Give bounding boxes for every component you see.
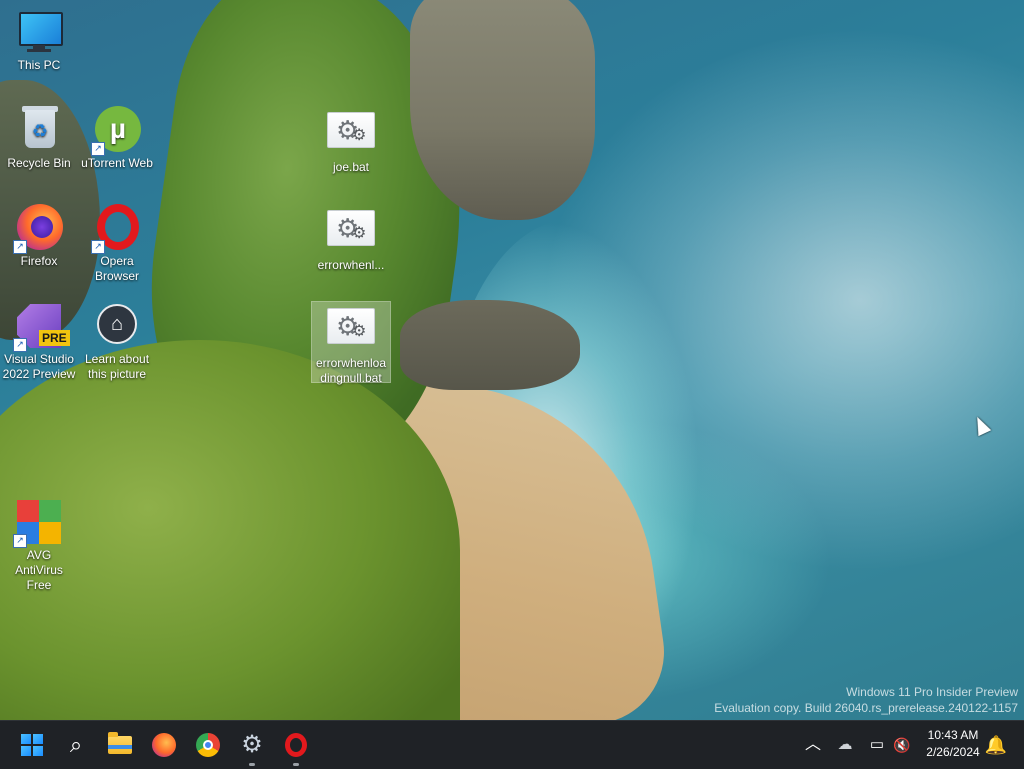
watermark-edition: Windows 11 Pro Insider Preview: [846, 685, 1018, 699]
preview-badge: PRE: [39, 330, 70, 346]
learn-about-picture-icon: ⌂: [93, 302, 141, 350]
chevron-up-icon[interactable]: ︿: [802, 721, 824, 769]
running-indicator: [249, 763, 255, 766]
desktop-icon-label: errorwhenloadingnull.bat: [315, 356, 387, 385]
avg-antivirus-icon: ↗: [13, 498, 63, 548]
watermark-build: Evaluation copy. Build 26040.rs_prerelea…: [714, 701, 1018, 715]
desktop-icon-label: uTorrent Web: [81, 156, 153, 170]
clock-time: 10:43 AM: [927, 728, 979, 742]
firefox-taskbar-icon[interactable]: [148, 729, 180, 761]
desktop-icon-label: Visual Studio 2022 Preview: [2, 352, 76, 381]
desktop-icon-joe-bat[interactable]: ⚙ ⚙ joe.bat: [312, 110, 390, 175]
desktop-icon-firefox[interactable]: ↗ Firefox: [0, 204, 78, 269]
windows-logo-icon: [21, 734, 43, 756]
visual-studio-icon: PRE ↗: [13, 302, 70, 352]
desktop-icon-recycle-bin[interactable]: ♻ Recycle Bin: [0, 106, 78, 171]
windows-watermark: Windows 11 Pro Insider Preview Evaluatio…: [714, 684, 1018, 716]
desktop-icon-label: errorwhenl...: [317, 258, 385, 272]
recycle-bin-icon: ♻: [15, 106, 63, 154]
desktop-icon-this-pc[interactable]: This PC: [0, 8, 78, 73]
desktop-icon-label: Opera Browser: [94, 254, 139, 283]
desktop-icon-label: Firefox: [20, 254, 58, 268]
batch-file-icon: ⚙ ⚙: [327, 208, 375, 256]
desktop-icon-errorwhenloadingnull[interactable]: ⚙ ⚙ errorwhenloadingnull.bat: [311, 301, 391, 385]
wallpaper-rock: [400, 300, 580, 390]
desktop-icon-opera[interactable]: ↗ Opera Browser: [78, 204, 156, 284]
taskbar: ⌕ ⚙ ︿ ☁ ▭ 🔇 10:43 AM 2/26/2024 🔔: [0, 720, 1024, 769]
settings-gear-icon[interactable]: ⚙: [236, 729, 268, 766]
desktop-icon-label: Recycle Bin: [7, 156, 71, 170]
desktop-icon-label: AVG AntiVirus Free: [15, 548, 63, 592]
notification-bell-icon[interactable]: 🔔: [984, 733, 1008, 757]
network-icon[interactable]: ▭: [864, 721, 890, 769]
firefox-icon: ↗: [13, 204, 63, 254]
utorrent-icon: µ ↗: [91, 106, 141, 156]
batch-file-icon: ⚙ ⚙: [327, 306, 375, 354]
onedrive-offline-icon[interactable]: ☁: [832, 721, 858, 769]
shortcut-arrow-icon: ↗: [13, 534, 27, 548]
shortcut-arrow-icon: ↗: [91, 142, 105, 156]
chrome-taskbar-icon[interactable]: [192, 729, 224, 761]
shortcut-arrow-icon: ↗: [13, 338, 27, 352]
desktop-icon-label: Learn about this picture: [84, 352, 150, 381]
desktop-icon-utorrent[interactable]: µ ↗ uTorrent Web: [78, 106, 156, 171]
clock-date: 2/26/2024: [926, 745, 980, 759]
file-explorer-icon[interactable]: [104, 729, 136, 761]
shortcut-arrow-icon: ↗: [13, 240, 27, 254]
batch-file-icon: ⚙ ⚙: [327, 110, 375, 158]
desktop-icon-avg[interactable]: ↗ AVG AntiVirus Free: [0, 498, 78, 593]
desktop-icon-learn-about-picture[interactable]: ⌂ Learn about this picture: [78, 302, 156, 382]
this-pc-icon: [15, 8, 63, 56]
desktop-icon-errorwhenl[interactable]: ⚙ ⚙ errorwhenl...: [312, 208, 390, 273]
running-indicator: [293, 763, 299, 766]
speaker-muted-icon[interactable]: 🔇: [890, 721, 914, 769]
shortcut-arrow-icon: ↗: [91, 240, 105, 254]
search-icon[interactable]: ⌕: [60, 729, 92, 761]
opera-taskbar-icon[interactable]: [280, 729, 312, 766]
desktop-icon-label: joe.bat: [332, 160, 370, 174]
desktop-icon-label: This PC: [17, 58, 61, 72]
clock[interactable]: 10:43 AM 2/26/2024: [916, 727, 990, 761]
start-button[interactable]: [16, 729, 48, 761]
desktop-icon-visual-studio[interactable]: PRE ↗ Visual Studio 2022 Preview: [0, 302, 78, 382]
opera-icon: ↗: [91, 204, 141, 254]
wallpaper-cliff-rock: [410, 0, 595, 220]
